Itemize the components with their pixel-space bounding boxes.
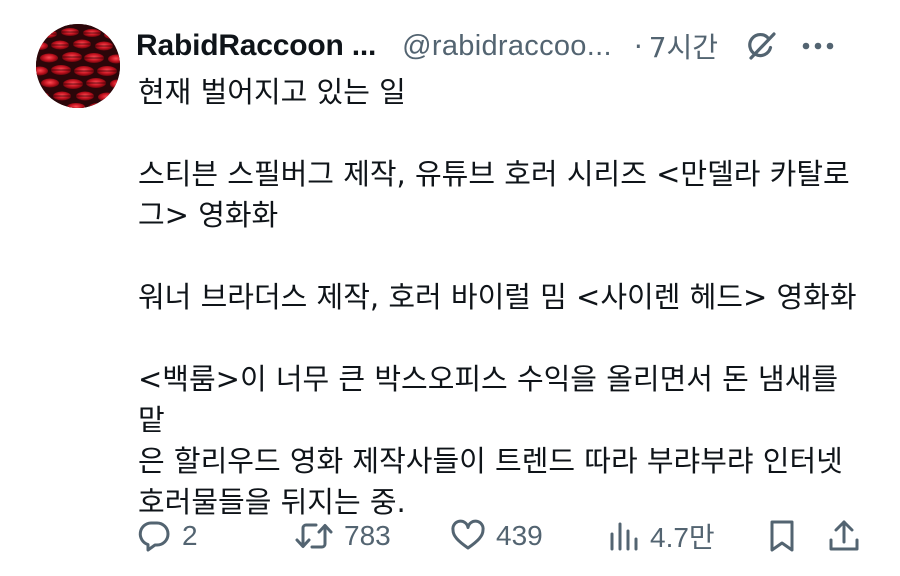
views-button[interactable]: 4.7만 (608, 514, 715, 558)
author-handle[interactable]: @rabidraccoo... (402, 30, 612, 63)
views-icon (608, 518, 640, 554)
author-display-name[interactable]: RabidRaccoon ... (136, 29, 376, 63)
reply-icon (136, 518, 172, 554)
post-text-line: 은 할리우드 영화 제작사들이 트렌드 따라 부랴부랴 인터넷 (138, 444, 843, 478)
bookmark-icon (766, 518, 798, 554)
post-text-line: <백룸>이 너무 큰 박스오피스 수익을 올리면서 돈 냄새를 맡 (138, 362, 839, 437)
like-icon (450, 518, 486, 554)
separator-dot: · (633, 29, 643, 63)
like-button[interactable]: 439 (450, 514, 543, 558)
grok-icon[interactable] (744, 29, 778, 63)
reply-count: 2 (182, 520, 198, 551)
post-text-line: 현재 벌어지고 있는 일 (138, 75, 406, 109)
share-icon (826, 518, 862, 554)
post-body: 현재 벌어지고 있는 일 스티븐 스필버그 제작, 유튜브 호러 시리즈 <만델… (138, 72, 858, 523)
repost-button[interactable]: 783 (294, 514, 391, 558)
post-text-line: 그> 영화화 (138, 198, 279, 232)
avatar[interactable] (36, 24, 120, 108)
post-text-line: 스티븐 스필버그 제작, 유튜브 호러 시리즈 <만델라 카탈로 (138, 157, 850, 191)
post[interactable]: RabidRaccoon ... @rabidraccoo... · 7시간 현… (0, 0, 900, 576)
share-button[interactable] (826, 514, 862, 558)
action-bar: 2 783 439 4.7만 (136, 514, 866, 558)
post-text-line: 워너 브라더스 제작, 호러 바이럴 밈 <사이렌 헤드> 영화화 (138, 280, 857, 314)
more-icon[interactable] (800, 29, 836, 63)
like-count: 439 (496, 520, 543, 551)
repost-icon (294, 518, 334, 554)
views-count: 4.7만 (650, 522, 715, 553)
post-time[interactable]: 7시간 (649, 26, 718, 66)
post-header: RabidRaccoon ... @rabidraccoo... · 7시간 (136, 26, 866, 66)
reply-button[interactable]: 2 (136, 514, 198, 558)
repost-count: 783 (344, 520, 391, 551)
bookmark-button[interactable] (766, 514, 798, 558)
